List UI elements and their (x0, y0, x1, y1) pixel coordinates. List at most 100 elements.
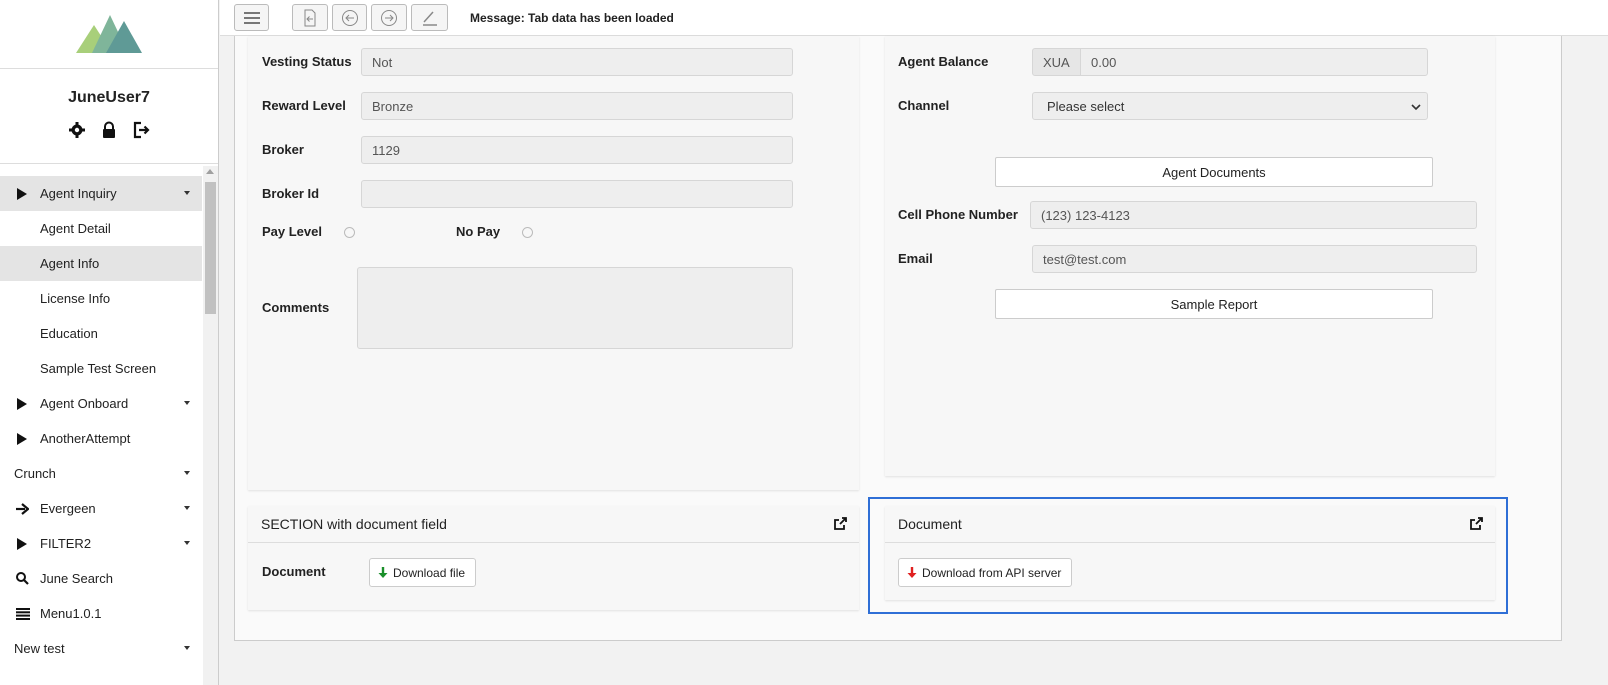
channel-label: Channel (898, 98, 950, 113)
pay-level-radio[interactable] (344, 227, 355, 238)
agent-info-left-panel: Vesting Status Not Reward Level Bronze B… (248, 36, 859, 490)
broker-label: Broker (262, 142, 304, 157)
lock-icon[interactable] (100, 121, 118, 139)
hamburger-icon (243, 11, 260, 24)
sidebar-item-agent-inquiry[interactable]: Agent Inquiry (0, 176, 202, 211)
toolbar: Message: Tab data has been loaded (220, 0, 1608, 36)
forward-button[interactable] (371, 4, 407, 31)
status-message: Message: Tab data has been loaded (470, 11, 674, 25)
sidebar-item-education[interactable]: Education (0, 316, 202, 351)
agent-balance-label: Agent Balance (898, 54, 989, 69)
sidebar-item-label: License Info (40, 291, 111, 306)
sidebar-item-anotherattempt[interactable]: AnotherAttempt (0, 421, 202, 456)
download-arrow-icon (378, 566, 388, 578)
sidebar-item-agent-onboard[interactable]: Agent Onboard (0, 386, 202, 421)
sidebar-item-evergeen[interactable]: Evergeen (0, 491, 202, 526)
sidebar-item-agent-info[interactable]: Agent Info (0, 246, 202, 281)
caret-down-icon (184, 646, 190, 650)
caret-down-icon (184, 541, 190, 545)
agent-balance-field[interactable]: 0.00 (1080, 48, 1428, 76)
chevron-down-icon (1411, 104, 1421, 111)
broker-field[interactable]: 1129 (361, 136, 793, 164)
channel-select-value: Please select (1047, 98, 1125, 114)
logout-icon[interactable] (132, 121, 150, 139)
comments-label: Comments (262, 300, 330, 315)
play-icon (16, 187, 30, 200)
no-pay-label: No Pay (456, 224, 501, 239)
section-title: SECTION with document field (261, 516, 447, 532)
agent-documents-button[interactable]: Agent Documents (995, 157, 1433, 187)
sidebar-item-crunch[interactable]: Crunch (0, 456, 202, 491)
sidebar-item-label: Evergeen (40, 501, 96, 516)
sidebar: JuneUser7 Agent Inquiry Agent Detail Agent… (0, 0, 219, 685)
sidebar-item-filter2[interactable]: FILTER2 (0, 526, 202, 561)
sidebar-item-label: Sample Test Screen (40, 361, 157, 376)
external-link-icon[interactable] (834, 517, 847, 530)
sidebar-item-label: Agent Onboard (40, 396, 129, 411)
caret-down-icon (184, 191, 190, 195)
scroll-up-arrow-icon[interactable] (206, 169, 214, 174)
document-field-section: SECTION with document field Document Dow… (248, 506, 859, 610)
sidebar-item-new-test[interactable]: New test (0, 631, 202, 666)
menu-toggle-button[interactable] (234, 4, 269, 31)
sidebar-menu: Agent Inquiry Agent Detail Agent Info Licen… (0, 176, 202, 666)
email-field[interactable]: test@test.com (1032, 245, 1477, 273)
sample-report-button[interactable]: Sample Report (995, 289, 1433, 319)
user-name: JuneUser7 (68, 89, 150, 106)
list-icon (16, 607, 30, 620)
sidebar-item-label: Menu1.0.1 (40, 606, 102, 621)
pay-level-label: Pay Level (262, 224, 322, 239)
vesting-status-field[interactable]: Not (361, 48, 793, 76)
arrow-right-circle-icon (381, 9, 397, 26)
play-icon (16, 397, 30, 410)
sidebar-item-menu1-0-1[interactable]: Menu1.0.1 (0, 596, 202, 631)
play-icon (16, 432, 30, 445)
play-icon (16, 537, 30, 550)
reward-level-label: Reward Level (262, 98, 346, 113)
reward-level-field[interactable]: Bronze (361, 92, 793, 120)
caret-down-icon (184, 401, 190, 405)
gear-icon[interactable] (68, 121, 86, 139)
sidebar-item-label: FILTER2 (40, 536, 92, 551)
broker-id-field[interactable] (361, 180, 793, 208)
comments-textarea[interactable] (357, 267, 793, 349)
pencil-icon (422, 10, 437, 26)
sidebar-item-agent-detail[interactable]: Agent Detail (0, 211, 202, 246)
document-label: Document (262, 564, 326, 579)
broker-id-label: Broker Id (262, 186, 320, 201)
user-panel: JuneUser7 (0, 69, 218, 164)
sidebar-item-label: Agent Inquiry (40, 186, 117, 201)
section-header: SECTION with document field (248, 506, 859, 543)
agent-info-right-panel: Agent Balance XUA 0.00 Channel Please se… (885, 36, 1495, 476)
sidebar-item-label: Crunch (14, 466, 56, 481)
currency-addon: XUA (1032, 48, 1081, 76)
download-file-button[interactable]: Download file (369, 558, 477, 587)
sidebar-item-label: Agent Detail (40, 221, 111, 236)
email-label: Email (898, 251, 933, 266)
import-button[interactable] (292, 4, 328, 31)
caret-down-icon (184, 506, 190, 510)
sidebar-item-label: Education (40, 326, 98, 341)
sidebar-scrollbar-thumb[interactable] (205, 182, 216, 314)
sidebar-item-label: New test (14, 641, 65, 656)
sidebar-item-license-info[interactable]: License Info (0, 281, 202, 316)
sidebar-item-label: June Search (40, 571, 113, 586)
no-pay-radio[interactable] (522, 227, 533, 238)
search-icon (16, 572, 30, 585)
focused-section-outline (868, 497, 1508, 614)
back-button[interactable] (332, 4, 367, 31)
logo-icon (76, 15, 142, 53)
edit-button[interactable] (411, 4, 448, 31)
vesting-status-label: Vesting Status (262, 54, 352, 69)
arrow-right-icon (16, 502, 30, 515)
sidebar-item-june-search[interactable]: June Search (0, 561, 202, 596)
sidebar-item-label: Agent Info (40, 256, 100, 271)
download-file-label: Download file (393, 565, 466, 580)
cell-phone-field[interactable]: (123) 123-4123 (1030, 201, 1477, 229)
app-logo (0, 0, 218, 69)
sidebar-item-label: AnotherAttempt (40, 431, 131, 446)
caret-down-icon (184, 471, 190, 475)
channel-select[interactable]: Please select (1032, 92, 1428, 120)
sidebar-item-sample-test-screen[interactable]: Sample Test Screen (0, 351, 202, 386)
cell-phone-label: Cell Phone Number (898, 207, 1018, 222)
